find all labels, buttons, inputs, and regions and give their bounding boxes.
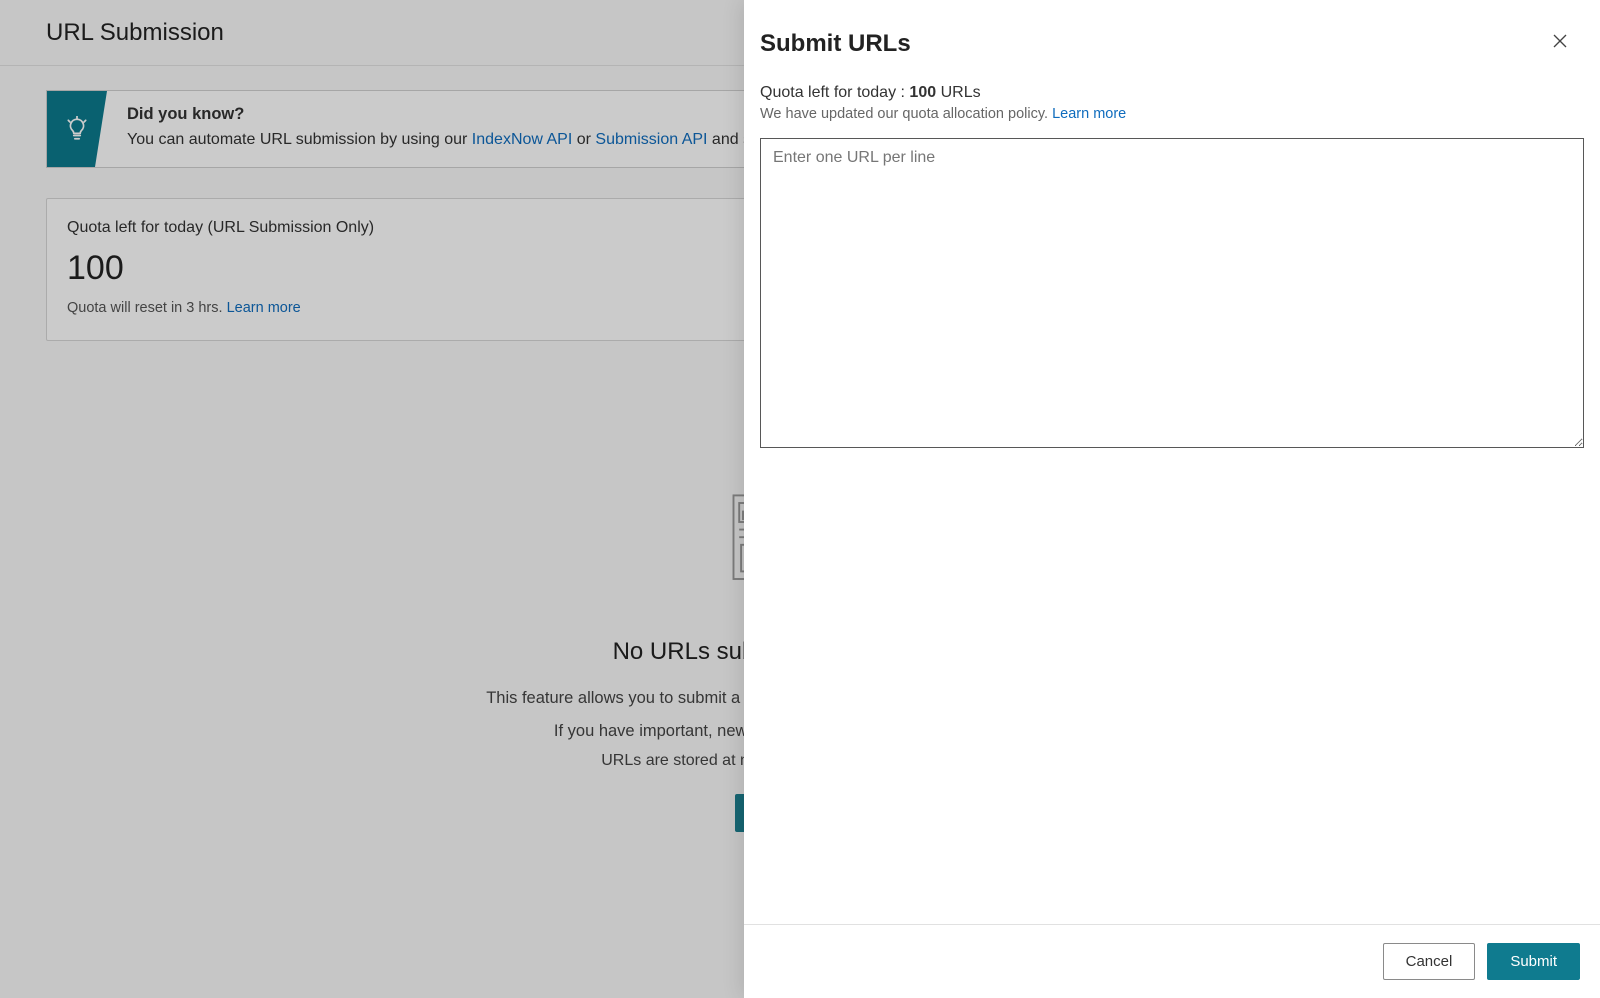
submit-urls-panel: Submit URLs Quota left for today : 100 U… bbox=[744, 0, 1600, 998]
panel-policy-line: We have updated our quota allocation pol… bbox=[760, 106, 1584, 122]
url-textarea[interactable] bbox=[760, 138, 1584, 448]
panel-title: Submit URLs bbox=[760, 30, 911, 58]
submit-button[interactable]: Submit bbox=[1487, 943, 1580, 980]
panel-quota-value: 100 bbox=[909, 84, 936, 101]
panel-footer: Cancel Submit bbox=[744, 924, 1600, 998]
panel-quota-line: Quota left for today : 100 URLs bbox=[760, 84, 1584, 102]
cancel-button[interactable]: Cancel bbox=[1383, 943, 1476, 980]
panel-quota-unit: URLs bbox=[941, 84, 981, 101]
close-button[interactable] bbox=[1548, 30, 1572, 54]
panel-policy-text: We have updated our quota allocation pol… bbox=[760, 106, 1052, 122]
panel-learn-more-link[interactable]: Learn more bbox=[1052, 106, 1126, 122]
panel-quota-label: Quota left for today : bbox=[760, 84, 905, 101]
close-icon bbox=[1552, 33, 1568, 49]
panel-body: Quota left for today : 100 URLs We have … bbox=[744, 70, 1600, 924]
panel-header: Submit URLs bbox=[744, 0, 1600, 70]
